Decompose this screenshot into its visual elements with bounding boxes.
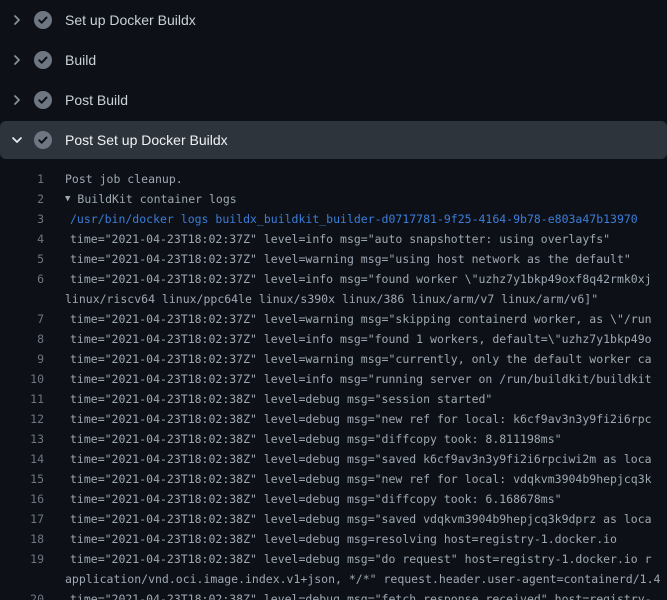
chevron-right-icon [9, 12, 25, 28]
log-line-text: time="2021-04-23T18:02:37Z" level=warnin… [70, 349, 652, 369]
check-circle-icon [34, 131, 52, 149]
log-line-number[interactable]: 10 [0, 369, 44, 389]
log-line-number[interactable]: 9 [0, 349, 44, 369]
step-label: Post Set up Docker Buildx [65, 132, 228, 148]
log-line-text: time="2021-04-23T18:02:38Z" level=debug … [70, 389, 492, 409]
log-line: application/vnd.oci.image.index.v1+json,… [0, 569, 667, 589]
log-line: 18 time="2021-04-23T18:02:38Z" level=deb… [0, 529, 667, 549]
log-line-number[interactable]: 8 [0, 329, 44, 349]
log-line-number[interactable] [0, 569, 44, 589]
log-line: 13 time="2021-04-23T18:02:38Z" level=deb… [0, 429, 667, 449]
log-line-number[interactable]: 6 [0, 269, 44, 289]
log-line-number[interactable]: 2 [0, 189, 44, 209]
log-line-number[interactable]: 4 [0, 229, 44, 249]
log-line-text: BuildKit container logs [77, 189, 236, 209]
check-circle-icon [34, 11, 52, 29]
log-line-number[interactable]: 3 [0, 209, 44, 229]
log-line: 1 Post job cleanup. [0, 169, 667, 189]
step-row-set-up-docker-buildx[interactable]: Set up Docker Buildx [0, 0, 667, 40]
log-line-number[interactable]: 20 [0, 589, 44, 600]
log-line: 7 time="2021-04-23T18:02:37Z" level=warn… [0, 309, 667, 329]
log-line: 6 time="2021-04-23T18:02:37Z" level=info… [0, 269, 667, 289]
step-row-post-set-up-docker-buildx[interactable]: Post Set up Docker Buildx [0, 121, 667, 159]
log-line-text: /usr/bin/docker logs buildx_buildkit_bui… [70, 209, 638, 229]
log-line-number[interactable] [0, 289, 44, 309]
log-line-number[interactable]: 15 [0, 469, 44, 489]
log-line-text: time="2021-04-23T18:02:38Z" level=debug … [70, 489, 562, 509]
log-line: 3 /usr/bin/docker logs buildx_buildkit_b… [0, 209, 667, 229]
log-line: 15 time="2021-04-23T18:02:38Z" level=deb… [0, 469, 667, 489]
log-line-number[interactable]: 18 [0, 529, 44, 549]
log-line: 12 time="2021-04-23T18:02:38Z" level=deb… [0, 409, 667, 429]
log-line-number[interactable]: 7 [0, 309, 44, 329]
log-line: 8 time="2021-04-23T18:02:37Z" level=info… [0, 329, 667, 349]
log-line-number[interactable]: 14 [0, 449, 44, 469]
log-line: 11 time="2021-04-23T18:02:38Z" level=deb… [0, 389, 667, 409]
log-line-text: time="2021-04-23T18:02:38Z" level=debug … [70, 549, 652, 569]
log-line: 10 time="2021-04-23T18:02:37Z" level=inf… [0, 369, 667, 389]
log-line: 5 time="2021-04-23T18:02:37Z" level=warn… [0, 249, 667, 269]
step-label: Build [65, 52, 96, 68]
log-line: 17 time="2021-04-23T18:02:38Z" level=deb… [0, 509, 667, 529]
actions-log-viewer: Set up Docker Buildx Build Post Build [0, 0, 667, 600]
log-line: 4 time="2021-04-23T18:02:37Z" level=info… [0, 229, 667, 249]
log-line-text: time="2021-04-23T18:02:38Z" level=debug … [70, 449, 652, 469]
log-line-number[interactable]: 1 [0, 169, 44, 189]
log-lines: 1 Post job cleanup. 2 ▼ BuildKit contain… [0, 160, 667, 600]
log-line: 2 ▼ BuildKit container logs [0, 189, 667, 209]
log-line-number[interactable]: 13 [0, 429, 44, 449]
log-line-text: time="2021-04-23T18:02:37Z" level=warnin… [70, 249, 631, 269]
log-line-number[interactable]: 11 [0, 389, 44, 409]
chevron-right-icon [9, 52, 25, 68]
check-circle-icon [34, 91, 52, 109]
log-line: 20 time="2021-04-23T18:02:38Z" level=deb… [0, 589, 667, 600]
log-line-number[interactable]: 16 [0, 489, 44, 509]
step-row-build[interactable]: Build [0, 40, 667, 80]
chevron-down-icon [9, 132, 25, 148]
log-line-number[interactable]: 12 [0, 409, 44, 429]
log-line-text: time="2021-04-23T18:02:37Z" level=info m… [70, 269, 652, 289]
check-circle-icon [34, 51, 52, 69]
log-line: 9 time="2021-04-23T18:02:37Z" level=warn… [0, 349, 667, 369]
log-line-text: Post job cleanup. [65, 169, 183, 189]
log-line-number[interactable]: 17 [0, 509, 44, 529]
step-label: Set up Docker Buildx [65, 12, 196, 28]
log-line-text: time="2021-04-23T18:02:38Z" level=debug … [70, 429, 562, 449]
log-group-toggle-icon[interactable]: ▼ [65, 189, 70, 209]
log-line-text: time="2021-04-23T18:02:38Z" level=debug … [70, 529, 617, 549]
log-line-text: time="2021-04-23T18:02:38Z" level=debug … [70, 589, 652, 600]
log-line: 16 time="2021-04-23T18:02:38Z" level=deb… [0, 489, 667, 509]
chevron-right-icon [9, 92, 25, 108]
log-line: 19 time="2021-04-23T18:02:38Z" level=deb… [0, 549, 667, 569]
log-line-text: time="2021-04-23T18:02:37Z" level=info m… [70, 329, 652, 349]
log-line-text: time="2021-04-23T18:02:38Z" level=debug … [70, 409, 652, 429]
step-label: Post Build [65, 92, 128, 108]
log-line-text: time="2021-04-23T18:02:37Z" level=warnin… [70, 309, 652, 329]
log-line: linux/riscv64 linux/ppc64le linux/s390x … [0, 289, 667, 309]
step-row-post-build[interactable]: Post Build [0, 80, 667, 120]
log-line-text: linux/riscv64 linux/ppc64le linux/s390x … [65, 289, 598, 309]
log-line-text: time="2021-04-23T18:02:37Z" level=info m… [70, 229, 610, 249]
log-line-text: time="2021-04-23T18:02:38Z" level=debug … [70, 509, 652, 529]
step-list: Set up Docker Buildx Build Post Build [0, 0, 667, 159]
log-line-text: application/vnd.oci.image.index.v1+json,… [65, 569, 660, 589]
log-line-text: time="2021-04-23T18:02:38Z" level=debug … [70, 469, 652, 489]
log-line-text: time="2021-04-23T18:02:37Z" level=info m… [70, 369, 652, 389]
log-line-number[interactable]: 19 [0, 549, 44, 569]
log-line-number[interactable]: 5 [0, 249, 44, 269]
log-line: 14 time="2021-04-23T18:02:38Z" level=deb… [0, 449, 667, 469]
